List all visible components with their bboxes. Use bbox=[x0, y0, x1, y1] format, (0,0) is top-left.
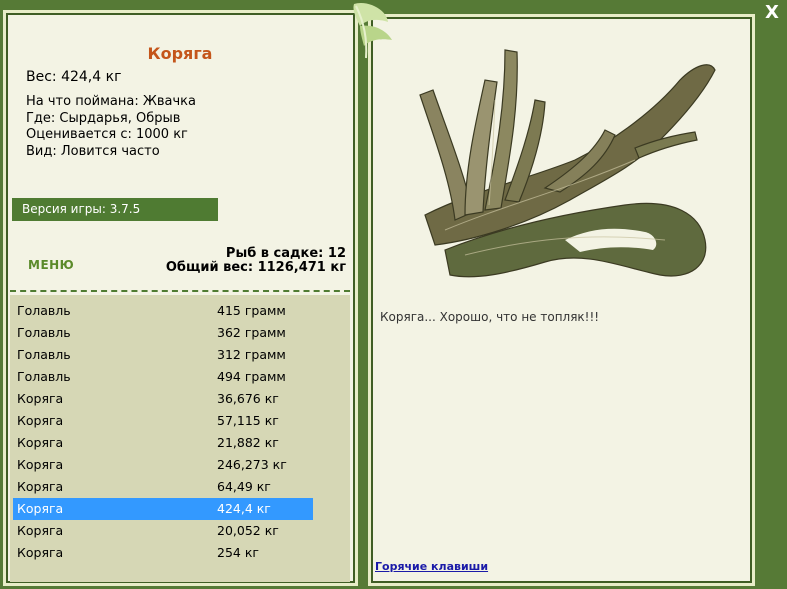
list-item[interactable]: Голавль 312 грамм bbox=[13, 344, 313, 366]
fish-title: Коряга bbox=[147, 44, 213, 63]
catch-name: Коряга bbox=[17, 523, 64, 538]
catch-name: Голавль bbox=[17, 369, 71, 384]
catch-weight: 57,115 кг bbox=[217, 413, 279, 428]
catch-name: Коряга bbox=[17, 501, 64, 516]
list-item[interactable]: Коряга 64,49 кг bbox=[13, 476, 313, 498]
list-item[interactable]: Коряга 424,4 кг bbox=[13, 498, 313, 520]
list-item[interactable]: Коряга 21,882 кг bbox=[13, 432, 313, 454]
list-item[interactable]: Коряга 254 кг bbox=[13, 542, 313, 564]
catch-name: Коряга bbox=[17, 457, 64, 472]
list-item[interactable]: Коряга 20,052 кг bbox=[13, 520, 313, 542]
catch-name: Коряга bbox=[17, 391, 64, 406]
leaf-icon bbox=[353, 2, 392, 59]
catch-name: Коряга bbox=[17, 435, 64, 450]
caught-on: На что поймана: Жвачка bbox=[26, 94, 196, 109]
catch-location: Где: Сырдарья, Обрыв bbox=[26, 110, 181, 126]
list-item[interactable]: Коряга 36,676 кг bbox=[13, 388, 313, 410]
catch-list[interactable]: Голавль 415 грамм Голавль 362 грамм Голавль 3… bbox=[10, 295, 350, 582]
fish-weight: Вес: 424,4 кг bbox=[26, 69, 122, 85]
catch-name: Коряга bbox=[17, 545, 64, 560]
list-item[interactable]: Коряга 246,273 кг bbox=[13, 454, 313, 476]
valued-from: Оценивается с: 1000 кг bbox=[26, 127, 188, 142]
catch-name: Голавль bbox=[17, 303, 71, 318]
catch-name: Голавль bbox=[17, 325, 71, 340]
keepnet-stats: Рыб в садке: 12 Общий вес: 1126,471 кг bbox=[166, 247, 346, 275]
hotkeys-link[interactable]: Горячие клавиши bbox=[375, 560, 488, 573]
list-item[interactable]: Голавль 494 грамм bbox=[13, 366, 313, 388]
catch-weight: 21,882 кг bbox=[217, 435, 279, 450]
fish-kind: Вид: Ловится часто bbox=[26, 143, 160, 159]
catch-name: Голавль bbox=[17, 347, 71, 362]
total-weight: Общий вес: 1126,471 кг bbox=[165, 260, 346, 275]
catch-weight: 362 грамм bbox=[217, 325, 286, 340]
fish-count: Рыб в садке: 12 bbox=[225, 246, 346, 261]
menu-button[interactable]: МЕНЮ bbox=[28, 258, 74, 272]
list-item[interactable]: Коряга 57,115 кг bbox=[13, 410, 313, 432]
catch-weight: 494 грамм bbox=[217, 369, 286, 384]
catch-name: Коряга bbox=[17, 413, 64, 428]
list-item[interactable]: Голавль 362 грамм bbox=[13, 322, 313, 344]
catch-weight: 64,49 кг bbox=[217, 479, 271, 494]
driftwood-image bbox=[419, 49, 716, 278]
catch-name: Коряга bbox=[17, 479, 64, 494]
close-button[interactable]: X bbox=[761, 2, 783, 24]
catch-weight: 20,052 кг bbox=[217, 523, 279, 538]
fish-info: На что поймана: Жвачка Где: Сырдарья, Об… bbox=[26, 94, 196, 160]
catch-weight: 246,273 кг bbox=[217, 457, 287, 472]
catch-weight: 36,676 кг bbox=[217, 391, 279, 406]
catch-weight: 415 грамм bbox=[217, 303, 286, 318]
list-item[interactable]: Голавль 415 грамм bbox=[13, 300, 313, 322]
fish-details: Коряга Вес: 424,4 кг На что поймана: Жва… bbox=[10, 14, 350, 582]
divider bbox=[10, 290, 350, 292]
catch-weight: 424,4 кг bbox=[217, 501, 271, 516]
catch-weight: 312 грамм bbox=[217, 347, 286, 362]
game-version: Версия игры: 3.7.5 bbox=[12, 198, 218, 221]
fish-comment: Коряга... Хорошо, что не топляк!!! bbox=[380, 310, 600, 324]
catch-weight: 254 кг bbox=[217, 545, 259, 560]
